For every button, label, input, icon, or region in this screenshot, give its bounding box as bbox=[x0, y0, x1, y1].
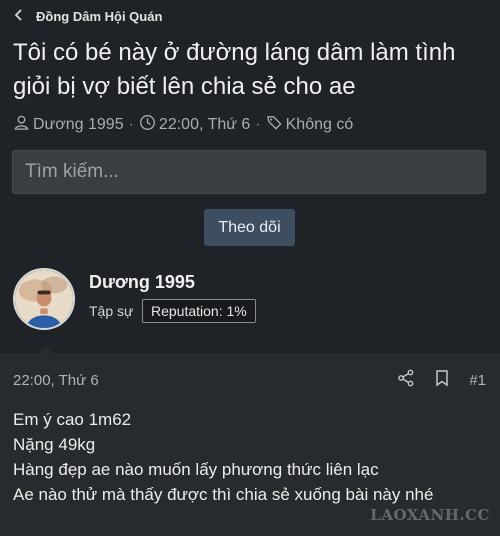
meta-tags: Không có bbox=[266, 114, 354, 136]
meta-time-label: 22:00, Thứ 6 bbox=[158, 116, 251, 133]
meta-time: 22:00, Thứ 6 bbox=[139, 114, 250, 136]
post-line: Nặng 49kg bbox=[13, 435, 96, 454]
thread-meta: Dương 1995 · 22:00, Thứ 6 · Không có bbox=[13, 114, 353, 136]
meta-author[interactable]: Dương 1995 bbox=[13, 114, 124, 136]
post-body: Em ý cao 1m62 Nặng 49kg Hàng đẹp ae nào … bbox=[13, 407, 493, 507]
meta-separator: · bbox=[255, 116, 261, 133]
bookmark-icon[interactable] bbox=[433, 369, 451, 392]
author-role: Tập sự bbox=[89, 303, 134, 319]
meta-tags-label: Không có bbox=[285, 116, 354, 133]
thread-title: Tôi có bé này ở đường láng dâm làm tình … bbox=[13, 39, 456, 100]
reputation-badge: Reputation: 1% bbox=[142, 299, 256, 323]
post-line: Ae nào thử mà thấy được thì chia sẻ xuốn… bbox=[13, 485, 434, 504]
post-actions: #1 bbox=[397, 369, 486, 392]
post-line: Hàng đẹp ae nào muốn lấy phương thức liê… bbox=[13, 460, 379, 479]
breadcrumb-label[interactable]: Đồng Dâm Hội Quán bbox=[36, 9, 162, 24]
post-date[interactable]: 22:00, Thứ 6 bbox=[13, 372, 99, 389]
search-box[interactable] bbox=[12, 150, 486, 194]
author-card: Dương 1995 Tập sự Reputation: 1% bbox=[0, 262, 500, 354]
follow-button[interactable]: Theo dõi bbox=[204, 209, 295, 246]
user-icon bbox=[13, 114, 30, 136]
meta-author-label[interactable]: Dương 1995 bbox=[33, 116, 124, 134]
breadcrumb[interactable]: Đồng Dâm Hội Quán bbox=[14, 6, 162, 26]
watermark: LAOXANH.CC bbox=[370, 506, 490, 524]
search-input[interactable] bbox=[23, 160, 485, 184]
meta-separator: · bbox=[128, 116, 134, 133]
post-line: Em ý cao 1m62 bbox=[13, 410, 132, 429]
tag-icon bbox=[266, 114, 283, 136]
clock-icon bbox=[139, 114, 156, 136]
share-icon[interactable] bbox=[397, 369, 415, 392]
chevron-left-icon[interactable] bbox=[14, 8, 24, 24]
post: 22:00, Thứ 6 #1 Em ý cao 1m62 Nặng 49kg … bbox=[0, 346, 500, 536]
author-name[interactable]: Dương 1995 bbox=[89, 272, 195, 293]
post-number[interactable]: #1 bbox=[469, 372, 486, 389]
avatar[interactable] bbox=[13, 268, 75, 330]
post-pointer bbox=[37, 346, 55, 355]
